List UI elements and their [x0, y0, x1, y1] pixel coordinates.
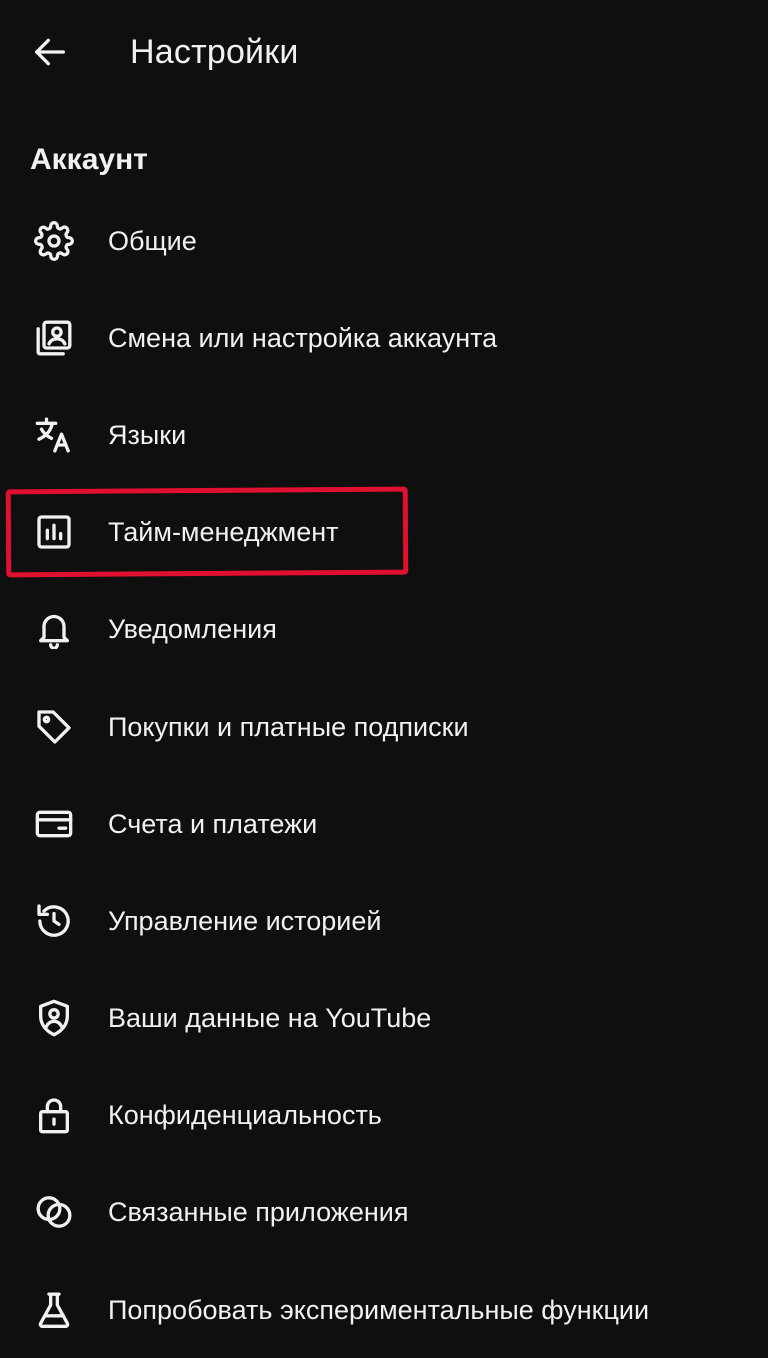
- settings-item-notifications[interactable]: Уведомления: [0, 581, 768, 678]
- translate-icon: [32, 413, 76, 457]
- settings-item-connected-apps[interactable]: Связанные приложения: [0, 1164, 768, 1261]
- linked-circles-icon: [32, 1190, 76, 1234]
- settings-item-label: Уведомления: [108, 614, 277, 645]
- settings-item-purchases[interactable]: Покупки и платные подписки: [0, 678, 768, 775]
- lock-icon: [32, 1093, 76, 1137]
- settings-item-languages[interactable]: Языки: [0, 386, 768, 483]
- settings-item-experimental[interactable]: Попробовать экспериментальные функции: [0, 1261, 768, 1358]
- bell-icon: [32, 607, 76, 651]
- settings-item-label: Общие: [108, 225, 197, 256]
- settings-item-your-data[interactable]: Ваши данные на YouTube: [0, 970, 768, 1067]
- settings-item-label: Тайм-менеджмент: [108, 517, 339, 548]
- settings-item-label: Связанные приложения: [108, 1197, 409, 1228]
- arrow-left-icon: [35, 38, 65, 66]
- settings-item-switch-account[interactable]: Смена или настройка аккаунта: [0, 289, 768, 386]
- settings-item-label: Языки: [108, 419, 187, 450]
- settings-item-label: Счета и платежи: [108, 808, 318, 839]
- settings-item-label: Попробовать экспериментальные функции: [108, 1294, 650, 1325]
- credit-card-icon: [32, 802, 76, 846]
- settings-item-label: Ваши данные на YouTube: [108, 1003, 432, 1034]
- flask-icon: [32, 1288, 76, 1332]
- settings-item-label: Управление историей: [108, 905, 382, 936]
- settings-item-privacy[interactable]: Конфиденциальность: [0, 1067, 768, 1164]
- settings-item-general[interactable]: Общие: [0, 192, 768, 289]
- settings-item-label: Смена или настройка аккаунта: [108, 322, 498, 353]
- section-title-account: Аккаунт: [30, 143, 148, 176]
- settings-item-label: Покупки и платные подписки: [108, 711, 469, 742]
- top-app-bar: Настройки: [0, 0, 768, 104]
- settings-list: Общие Смена или настройка аккаунта Языки: [0, 192, 768, 1358]
- account-box-icon: [32, 316, 76, 360]
- settings-item-history[interactable]: Управление историей: [0, 872, 768, 969]
- settings-item-time-management[interactable]: Тайм-менеджмент: [0, 484, 768, 581]
- settings-item-billing[interactable]: Счета и платежи: [0, 775, 768, 872]
- tag-icon: [32, 705, 76, 749]
- settings-item-label: Конфиденциальность: [108, 1100, 382, 1131]
- gear-icon: [32, 219, 76, 263]
- bar-chart-icon: [32, 510, 76, 554]
- history-icon: [32, 899, 76, 943]
- page-title: Настройки: [130, 33, 299, 71]
- back-button[interactable]: [26, 28, 74, 76]
- shield-person-icon: [32, 996, 76, 1040]
